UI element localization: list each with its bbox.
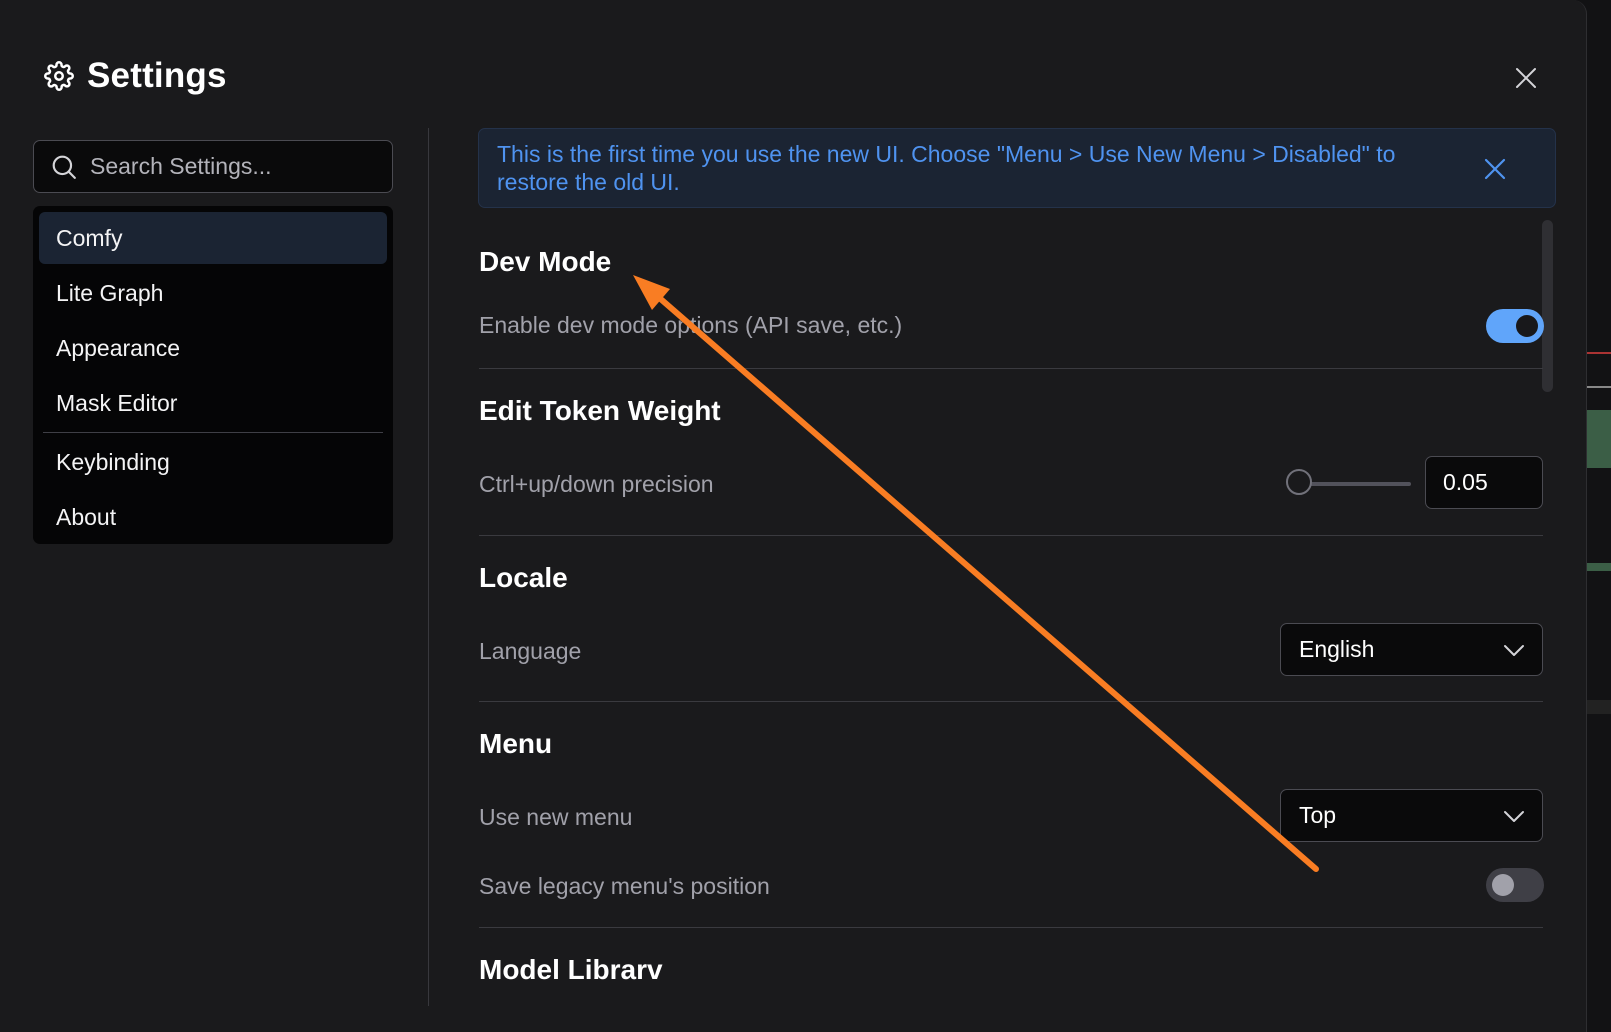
section-title-menu: Menu bbox=[479, 728, 553, 759]
setting-label-save-legacy: Save legacy menu's position bbox=[479, 873, 770, 899]
setting-label-use-new-menu: Use new menu bbox=[479, 804, 633, 830]
close-icon bbox=[1484, 158, 1506, 180]
language-select-value: English bbox=[1299, 636, 1375, 662]
nav-item-lite-graph[interactable]: Lite Graph bbox=[39, 267, 387, 319]
chevron-down-icon bbox=[1504, 811, 1524, 822]
section-divider bbox=[479, 701, 1543, 702]
slider-track bbox=[1300, 482, 1411, 486]
language-select[interactable]: English bbox=[1280, 623, 1543, 676]
sidebar-separator bbox=[428, 128, 429, 1006]
canvas-node-strip bbox=[1587, 563, 1611, 571]
banner-close-button[interactable] bbox=[1479, 153, 1511, 185]
precision-slider[interactable] bbox=[1286, 468, 1413, 498]
canvas-node-strip bbox=[1587, 352, 1611, 354]
toggle-knob bbox=[1492, 874, 1514, 896]
setting-label-dev-mode: Enable dev mode options (API save, etc.) bbox=[479, 312, 903, 338]
canvas-node-strip bbox=[1587, 386, 1611, 388]
banner-message: This is the first time you use the new U… bbox=[497, 141, 1396, 195]
use-new-menu-select[interactable]: Top bbox=[1280, 789, 1543, 842]
section-title-edit-token-weight: Edit Token Weight bbox=[479, 395, 721, 426]
nav-divider bbox=[43, 432, 383, 433]
save-legacy-toggle[interactable] bbox=[1486, 868, 1544, 902]
section-divider bbox=[479, 535, 1543, 536]
nav-item-mask-editor[interactable]: Mask Editor bbox=[39, 377, 387, 429]
nav-item-comfy[interactable]: Comfy bbox=[39, 212, 387, 264]
canvas-node-strip bbox=[1587, 410, 1611, 468]
setting-label-language: Language bbox=[479, 638, 582, 664]
slider-thumb[interactable] bbox=[1286, 469, 1312, 495]
settings-search[interactable] bbox=[33, 140, 393, 193]
setting-label-precision: Ctrl+up/down precision bbox=[479, 471, 714, 497]
search-input[interactable] bbox=[88, 152, 382, 181]
dialog-header: Settings bbox=[43, 56, 227, 96]
content-scrollbar[interactable] bbox=[1542, 220, 1553, 392]
dev-mode-toggle[interactable] bbox=[1486, 309, 1544, 343]
close-icon bbox=[1516, 68, 1536, 88]
close-dialog-button[interactable] bbox=[1510, 62, 1542, 94]
chevron-down-icon bbox=[1504, 645, 1524, 656]
settings-category-nav: Comfy Lite Graph Appearance Mask Editor … bbox=[33, 206, 393, 544]
section-divider bbox=[479, 927, 1543, 928]
section-title-model-library: Model Librarv bbox=[479, 954, 663, 985]
search-icon bbox=[50, 153, 78, 181]
use-new-menu-select-value: Top bbox=[1299, 802, 1337, 828]
settings-dialog: Settings Comfy Lite Graph Appearance Mas… bbox=[0, 0, 1587, 1032]
info-banner: This is the first time you use the new U… bbox=[478, 128, 1556, 208]
section-title-dev-mode: Dev Mode bbox=[479, 246, 612, 277]
dialog-title: Settings bbox=[87, 56, 227, 95]
precision-input[interactable]: 0.05 bbox=[1425, 456, 1543, 509]
section-divider bbox=[479, 368, 1543, 369]
canvas-node-strip bbox=[1587, 700, 1611, 714]
section-title-locale: Locale bbox=[479, 562, 568, 593]
toggle-knob bbox=[1516, 315, 1538, 337]
gear-icon bbox=[43, 60, 75, 92]
nav-item-keybinding[interactable]: Keybinding bbox=[39, 436, 387, 488]
nav-item-appearance[interactable]: Appearance bbox=[39, 322, 387, 374]
nav-item-about[interactable]: About bbox=[39, 491, 387, 543]
